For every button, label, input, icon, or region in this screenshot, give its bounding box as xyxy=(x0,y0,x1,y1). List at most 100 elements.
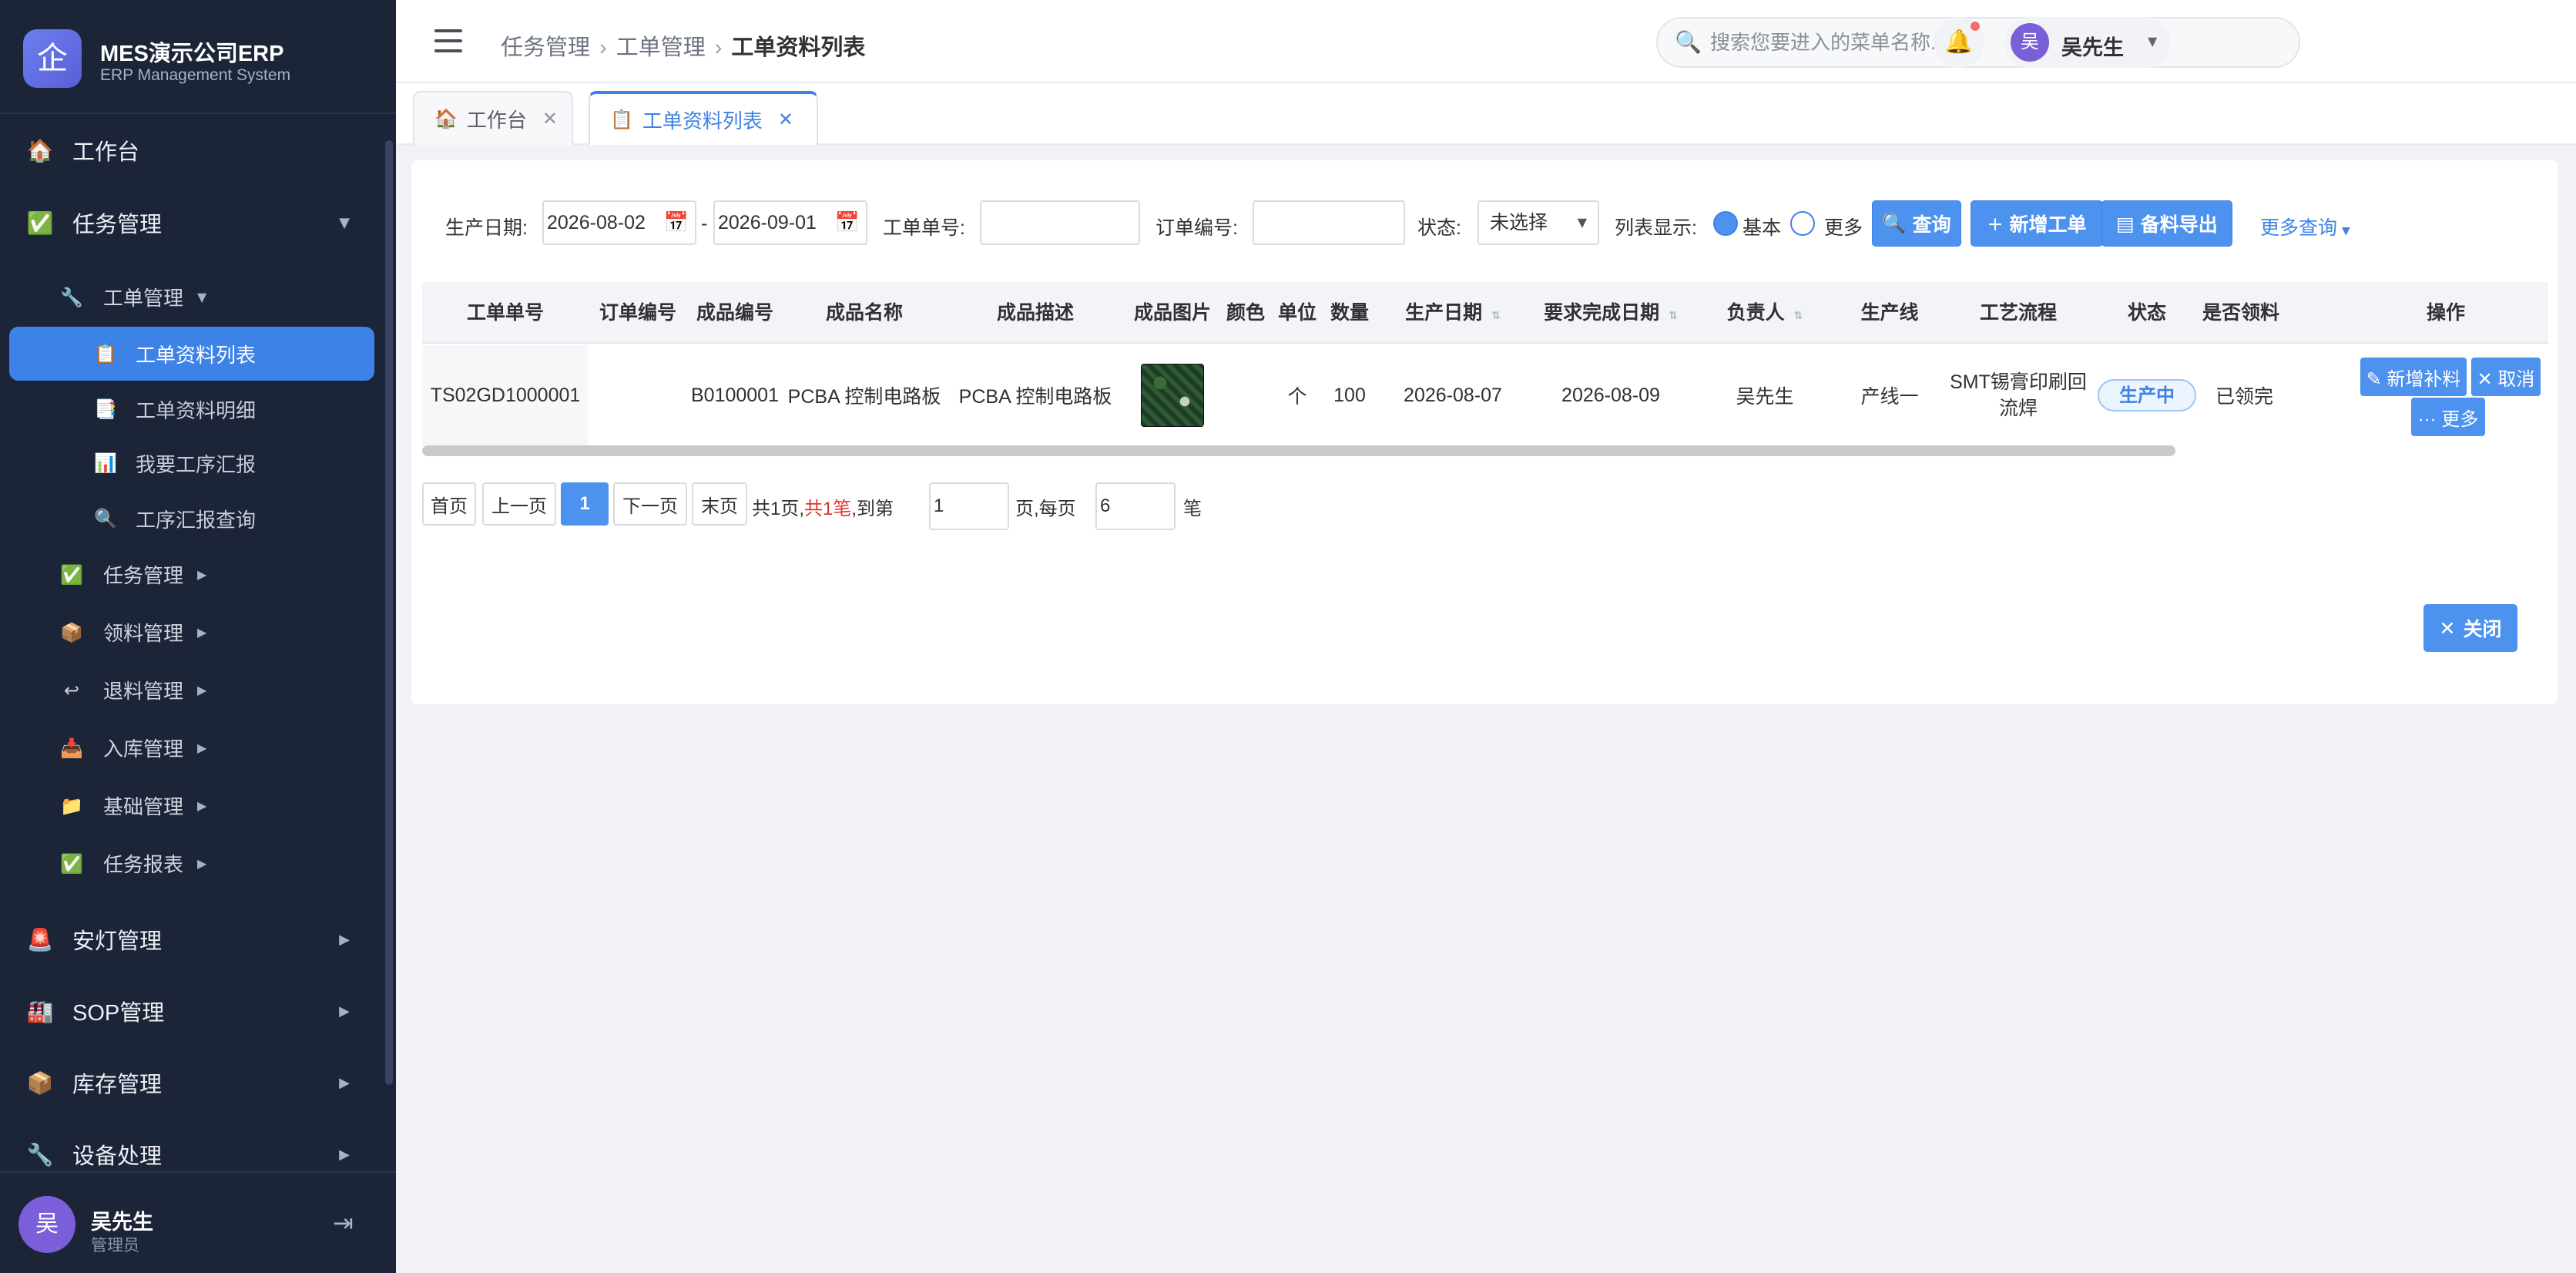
sidebar-item-task-report[interactable]: ✅ 任务报表 ▶ xyxy=(0,835,385,892)
close-button[interactable]: ✕ 关闭 xyxy=(2423,604,2517,652)
cell-due-date: 2026-08-09 xyxy=(1561,384,1660,406)
sidebar-item-material-return[interactable]: ↩ 退料管理 ▶ xyxy=(0,661,385,719)
sidebar-item-task-management-sub[interactable]: ✅ 任务管理 ▶ xyxy=(0,546,385,603)
cancel-button[interactable]: ✕ 取消 xyxy=(2471,358,2541,396)
cell-product-code: B0100001 xyxy=(690,384,779,406)
tab-workbench[interactable]: 🏠 工作台 ✕ xyxy=(413,91,573,145)
sidebar-item-process-report-query[interactable]: 🔍 工序汇报查询 xyxy=(0,492,385,546)
close-icon[interactable]: ✕ xyxy=(778,109,793,130)
sidebar-item-workbench[interactable]: 🏠 工作台 xyxy=(0,114,385,186)
sidebar-item-work-order-management[interactable]: 🔧 工单管理 ▼ xyxy=(0,268,385,326)
clipboard-icon: 📋 xyxy=(610,109,633,130)
next-page-button[interactable]: 下一页 xyxy=(613,482,687,526)
header-user-name: 吴先生 xyxy=(2061,36,2124,59)
logout-icon[interactable]: ⇥ xyxy=(333,1208,354,1238)
cell-line: 产线一 xyxy=(1860,386,1919,408)
add-work-order-button[interactable]: + 新增工单 xyxy=(1971,200,2103,247)
folder-icon: 📁 xyxy=(60,794,83,817)
header-user-menu[interactable]: 吴 吴先生 ▼ xyxy=(2004,17,2171,68)
sidebar-item-label: 工单管理 xyxy=(103,287,184,310)
current-page-button[interactable]: 1 xyxy=(561,482,609,526)
radio-more-label[interactable]: 更多 xyxy=(1824,213,1863,240)
product-thumbnail[interactable] xyxy=(1141,364,1204,427)
chevron-right-icon: ▶ xyxy=(339,931,350,948)
tab-label: 工单资料列表 xyxy=(642,109,763,133)
more-actions-button[interactable]: ··· 更多 xyxy=(2411,398,2485,436)
page-size-input[interactable]: 6 xyxy=(1095,482,1176,530)
sidebar-item-material-picking[interactable]: 📦 领料管理 ▶ xyxy=(0,603,385,661)
total-records: 共1笔 xyxy=(804,499,852,519)
radio-more[interactable] xyxy=(1790,211,1815,236)
search-input[interactable] xyxy=(1710,26,2280,59)
col-product-image: 成品图片 xyxy=(1133,302,1211,324)
sidebar-item-basic-management[interactable]: 📁 基础管理 ▶ xyxy=(0,777,385,835)
close-icon[interactable]: ✕ xyxy=(542,108,558,129)
sidebar-item-label: 领料管理 xyxy=(103,622,184,645)
pagination-summary: 共1页,共1笔,到第 xyxy=(752,493,894,520)
chevron-right-icon: ▶ xyxy=(197,856,207,871)
chevron-down-icon: ▼ xyxy=(339,214,350,231)
sort-icon[interactable]: ⇅ xyxy=(1669,310,1678,322)
date-to-input[interactable]: 2026-09-01 📅 xyxy=(713,200,867,245)
production-date-label: 生产日期: xyxy=(445,217,528,239)
radio-basic-label[interactable]: 基本 xyxy=(1742,213,1781,240)
sidebar-item-work-order-detail[interactable]: 📑 工单资料明细 xyxy=(0,382,385,436)
wrench-icon: 🔧 xyxy=(26,1141,54,1167)
menu-toggle-icon[interactable] xyxy=(434,29,462,52)
work-order-no-input[interactable] xyxy=(980,200,1140,245)
col-owner[interactable]: 负责人 ⇅ xyxy=(1692,282,1838,344)
add-material-button[interactable]: ✎ 新增补料 xyxy=(2360,358,2467,396)
table-horizontal-scrollbar[interactable] xyxy=(422,445,2175,456)
tab-work-order-list[interactable]: 📋 工单资料列表 ✕ xyxy=(589,91,818,145)
breadcrumb-current: 工单资料列表 xyxy=(731,35,866,60)
breadcrumb-item[interactable]: 任务管理 xyxy=(501,35,590,60)
sidebar-item-inventory[interactable]: 📦 库存管理 ▶ xyxy=(0,1046,385,1119)
status-select[interactable]: 未选择 ▼ xyxy=(1478,200,1599,245)
chevron-right-icon: ▶ xyxy=(197,741,207,755)
prev-page-button[interactable]: 上一页 xyxy=(482,482,556,526)
clipboard-icon: 📋 xyxy=(94,343,117,364)
query-button[interactable]: 🔍 查询 xyxy=(1872,200,1961,247)
user-name: 吴先生 xyxy=(91,1211,153,1234)
col-status: 状态 xyxy=(2127,302,2166,324)
breadcrumb-item[interactable]: 工单管理 xyxy=(616,35,706,60)
col-product-desc: 成品描述 xyxy=(996,302,1074,324)
first-page-button[interactable]: 首页 xyxy=(422,482,476,526)
export-button[interactable]: ▤ 备料导出 xyxy=(2101,200,2232,247)
user-role: 管理员 xyxy=(91,1237,139,1255)
cell-work-order-no[interactable]: TS02GD1000001 xyxy=(422,345,589,445)
col-picked: 是否领料 xyxy=(2202,302,2279,324)
radio-basic[interactable] xyxy=(1713,211,1738,236)
top-header: 任务管理›工单管理›工单资料列表 🔍 🔔 吴 吴先生 ▼ xyxy=(396,0,2576,83)
sidebar-item-andon[interactable]: 🚨 安灯管理 ▶ xyxy=(0,903,385,976)
sort-icon[interactable]: ⇅ xyxy=(1794,310,1803,322)
table-header: 工单单号 订单编号 成品编号 成品名称 成品描述 成品图片 颜色 单位 数量 生… xyxy=(422,282,2548,344)
sort-icon[interactable]: ⇅ xyxy=(1491,310,1501,322)
cell-actions: ✎ 新增补料 ✕ 取消 ··· 更多 xyxy=(2343,345,2548,445)
breadcrumb-separator: › xyxy=(599,35,607,60)
export-icon: ▤ xyxy=(2116,212,2135,235)
sidebar-item-process-report[interactable]: 📊 我要工序汇报 xyxy=(0,436,385,490)
avatar[interactable]: 吴 xyxy=(18,1196,75,1253)
col-line: 生产线 xyxy=(1860,302,1919,324)
col-work-order-no: 工单单号 xyxy=(466,302,544,324)
order-no-input[interactable] xyxy=(1253,200,1405,245)
col-production-date-label: 生产日期 xyxy=(1405,302,1483,324)
more-query-link[interactable]: 更多查询 ▼ xyxy=(2260,213,2350,240)
check-icon: ✅ xyxy=(60,852,83,875)
tab-bar: 🏠 工作台 ✕ 📋 工单资料列表 ✕ xyxy=(396,83,2576,145)
last-page-button[interactable]: 末页 xyxy=(692,482,747,526)
sidebar-item-label: 任务管理 xyxy=(72,213,163,237)
sidebar-item-task-management[interactable]: ✅ 任务管理 ▼ xyxy=(0,186,385,259)
date-from-input[interactable]: 2026-08-02 📅 xyxy=(542,200,696,245)
sidebar-item-sop[interactable]: 🏭 SOP管理 ▶ xyxy=(0,975,385,1047)
col-due-date[interactable]: 要求完成日期 ⇅ xyxy=(1530,282,1692,344)
goto-page-input[interactable]: 1 xyxy=(929,482,1009,530)
col-production-date[interactable]: 生产日期 ⇅ xyxy=(1376,282,1530,344)
chevron-right-icon: ▶ xyxy=(339,1074,350,1091)
sidebar-item-warehousing[interactable]: 📥 入库管理 ▶ xyxy=(0,719,385,777)
sidebar-item-label: 安灯管理 xyxy=(72,929,163,954)
document-icon: 📑 xyxy=(94,398,117,420)
sidebar-item-work-order-list[interactable]: 📋 工单资料列表 xyxy=(9,327,374,381)
sidebar-scrollbar[interactable] xyxy=(385,140,393,1085)
